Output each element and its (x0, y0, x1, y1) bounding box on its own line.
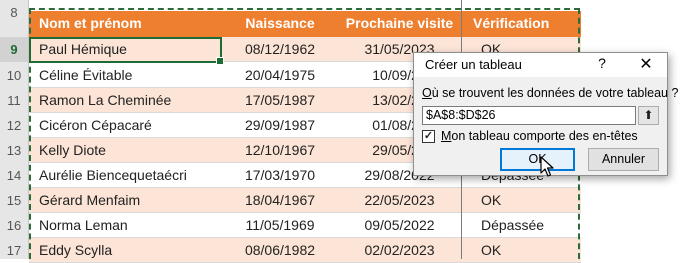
cell-name[interactable]: Aurélie Biencequetaécri (29, 163, 222, 187)
mouse-pointer-icon (540, 156, 554, 177)
table-row: Eddy Scylla 08/06/1982 02/02/2023 OK (29, 238, 581, 263)
table-row: Norma Leman 11/05/1969 09/05/2022 Dépass… (29, 213, 581, 238)
headers-checkbox[interactable]: ✓ (422, 130, 435, 143)
cell-birth[interactable]: 18/04/1967 (222, 188, 338, 212)
cell-verification[interactable]: OK (461, 188, 581, 212)
row-number-selected[interactable]: 9 (0, 37, 28, 62)
cell-birth[interactable]: 17/05/1987 (222, 88, 338, 112)
cell-next-visit[interactable]: 02/02/2023 (338, 238, 461, 262)
header-cell-verification[interactable]: Vérification (461, 11, 581, 37)
row-number[interactable]: 16 (0, 213, 28, 238)
question-text: ù se trouvent les données de votre table… (431, 86, 679, 100)
table-header-row: Nom et prénom Naissance Prochaine visite… (29, 11, 581, 37)
row-number[interactable]: 8 (0, 0, 28, 26)
ok-button[interactable]: OK (500, 148, 575, 171)
cell-name[interactable]: Eddy Scylla (29, 238, 222, 262)
headers-checkbox-label[interactable]: Mon tableau comporte des en-têtes (441, 129, 638, 143)
table-row: Gérard Menfaim 18/04/1967 22/05/2023 OK (29, 188, 581, 213)
row-header-column: 8 9 10 11 12 13 14 15 16 17 (0, 0, 29, 259)
accelerator-letter: O (422, 86, 432, 100)
row-number[interactable]: 17 (0, 238, 28, 263)
checkbox-label-text: on tableau comporte des en-têtes (451, 129, 638, 143)
cell-birth[interactable]: 12/10/1967 (222, 138, 338, 162)
active-cell-outline (29, 37, 224, 65)
cell-birth[interactable]: 29/09/1987 (222, 113, 338, 137)
row-number[interactable]: 12 (0, 113, 28, 138)
row-number[interactable]: 13 (0, 138, 28, 163)
cell-birth[interactable]: 20/04/1975 (222, 63, 338, 87)
cell-verification[interactable]: OK (461, 238, 581, 262)
close-icon[interactable]: ✕ (636, 54, 656, 74)
cell-birth[interactable]: 11/05/1969 (222, 213, 338, 237)
cell-name[interactable]: Ramon La Cheminée (29, 88, 222, 112)
row-number[interactable]: 15 (0, 188, 28, 213)
dialog-title: Créer un tableau (425, 57, 522, 72)
cell-next-visit[interactable]: 09/05/2022 (338, 213, 461, 237)
range-input[interactable]: $A$8:$D$26 (422, 106, 636, 125)
header-cell-name[interactable]: Nom et prénom (29, 11, 222, 37)
range-question-label: Où se trouvent les données de votre tabl… (422, 86, 678, 100)
cell-birth[interactable]: 08/12/1962 (222, 37, 338, 61)
cell-name[interactable]: Cicéron Cépacaré (29, 113, 222, 137)
collapse-dialog-icon[interactable]: ⬆ (638, 106, 659, 125)
header-cell-birth[interactable]: Naissance (222, 11, 338, 37)
cell-name[interactable]: Kelly Diote (29, 138, 222, 162)
help-button[interactable]: ? (594, 55, 610, 71)
cell-name[interactable]: Norma Leman (29, 213, 222, 237)
cancel-button[interactable]: Annuler (588, 148, 659, 171)
cell-next-visit[interactable]: 22/05/2023 (338, 188, 461, 212)
header-cell-next-visit[interactable]: Prochaine visite (338, 11, 461, 37)
cell-verification[interactable]: Dépassée (461, 213, 581, 237)
accelerator-letter: M (441, 129, 452, 143)
cell-birth[interactable]: 17/03/1970 (222, 163, 338, 187)
row-number[interactable]: 14 (0, 163, 28, 188)
cell-name[interactable]: Gérard Menfaim (29, 188, 222, 212)
row-number[interactable]: 10 (0, 63, 28, 88)
cell-birth[interactable]: 08/06/1982 (222, 238, 338, 262)
fill-handle[interactable] (216, 57, 224, 65)
range-value: $A$8:$D$26 (426, 108, 496, 122)
dialog-titlebar[interactable]: Créer un tableau ? ✕ (414, 53, 667, 77)
row-number[interactable]: 11 (0, 88, 28, 113)
cell-name[interactable]: Céline Évitable (29, 63, 222, 87)
